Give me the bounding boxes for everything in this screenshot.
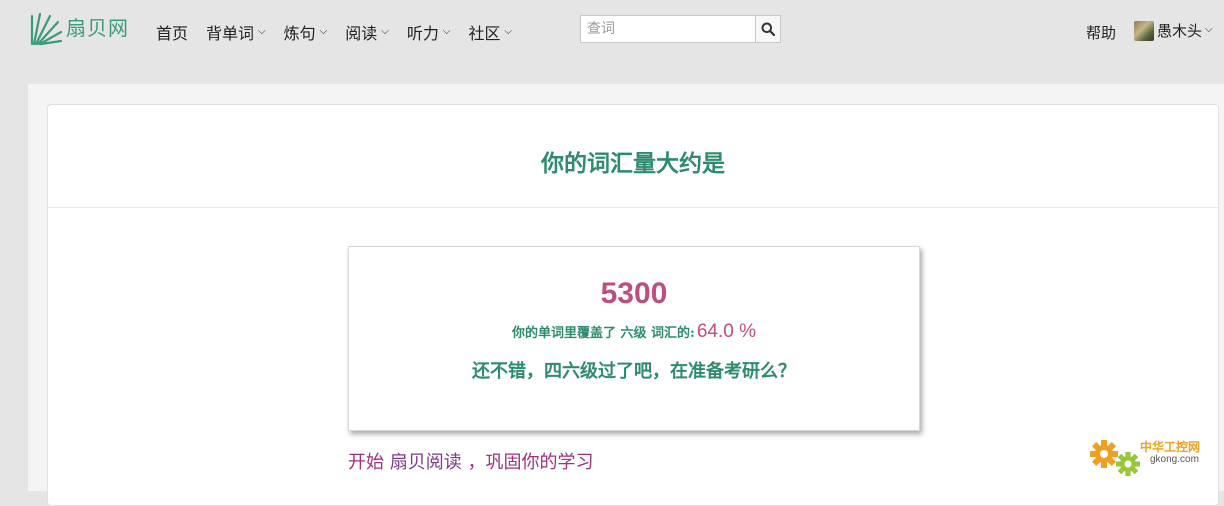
nav-item-label: 听力 <box>406 24 439 43</box>
watermark: 中华工控网 gkong.com <box>1088 434 1218 480</box>
avatar <box>1134 20 1154 41</box>
chevron-down-icon: ⌵ <box>504 25 513 37</box>
chevron-down-icon: ⌵ <box>442 25 451 37</box>
nav-item-reading[interactable]: 阅读 ⌵ <box>345 20 389 44</box>
vocab-size: 5300 <box>600 277 668 310</box>
nav-item-home[interactable]: 首页 <box>156 20 188 44</box>
brand-logo[interactable]: 扇贝网 <box>28 6 129 46</box>
watermark-line2: gkong.com <box>1150 454 1199 465</box>
card-header: 你的词汇量大约是 <box>48 105 1218 208</box>
nav-item-label: 背单词 <box>206 24 255 43</box>
call-to-action: 开始 扇贝阅读 ，巩固你的学习 <box>348 448 593 474</box>
nav-item-listening[interactable]: 听力 ⌵ <box>407 20 451 44</box>
nav-item-sentences[interactable]: 炼句 ⌵ <box>284 20 328 44</box>
result-card: 你的词汇量大约是 5300 你的单词里覆盖了 六级 词汇的: 64.0 % 还不… <box>47 104 1219 506</box>
help-link[interactable]: 帮助 <box>1086 22 1116 43</box>
chevron-down-icon: ⌵ <box>319 25 328 37</box>
brand-name: 扇贝网 <box>66 15 129 40</box>
search-input[interactable] <box>580 15 755 43</box>
cta-prefix: 开始 <box>348 452 390 473</box>
user-menu[interactable]: 愚木头 ⌵ <box>1134 20 1213 41</box>
chevron-down-icon: ⌵ <box>258 25 266 37</box>
coverage-label: 你的单词里覆盖了 六级 词汇的: <box>511 326 695 341</box>
search-bar <box>580 15 781 43</box>
page-title: 你的词汇量大约是 <box>541 150 725 177</box>
nav-item-label: 社区 <box>468 24 501 43</box>
coverage-value: 64.0 % <box>696 321 756 342</box>
shell-logo-icon <box>30 12 62 46</box>
nav-item-vocabulary[interactable]: 背单词 ⌵ <box>206 20 266 44</box>
gear-icon <box>1090 440 1140 476</box>
nav-item-label: 阅读 <box>345 24 378 43</box>
nav-item-community[interactable]: 社区 ⌵ <box>468 20 512 44</box>
chevron-down-icon: ⌵ <box>381 25 389 37</box>
vocab-result-box: 5300 你的单词里覆盖了 六级 词汇的: 64.0 % 还不错，四六级过了吧，… <box>348 246 920 431</box>
search-button[interactable] <box>755 15 781 43</box>
nav-item-label: 炼句 <box>283 24 316 43</box>
top-navbar: 扇贝网 首页 背单词 ⌵ 炼句 ⌵ 阅读 ⌵ 听力 ⌵ 社区 ⌵ 查词 帮助 愚… <box>0 0 1224 64</box>
search-icon <box>761 22 775 36</box>
chevron-down-icon: ⌵ <box>1205 24 1213 35</box>
coverage-line: 你的单词里覆盖了 六级 词汇的: 64.0 % <box>349 321 919 343</box>
result-comment: 还不错，四六级过了吧，在准备考研么？ <box>472 361 796 382</box>
main-nav: 首页 背单词 ⌵ 炼句 ⌵ 阅读 ⌵ 听力 ⌵ 社区 ⌵ <box>156 20 512 44</box>
cta-suffix: ，巩固你的学习 <box>461 452 594 473</box>
reading-link[interactable]: 扇贝阅读 <box>390 452 462 473</box>
username: 愚木头 <box>1157 22 1203 40</box>
watermark-line1: 中华工控网 <box>1140 440 1201 454</box>
nav-item-label: 首页 <box>156 24 189 43</box>
